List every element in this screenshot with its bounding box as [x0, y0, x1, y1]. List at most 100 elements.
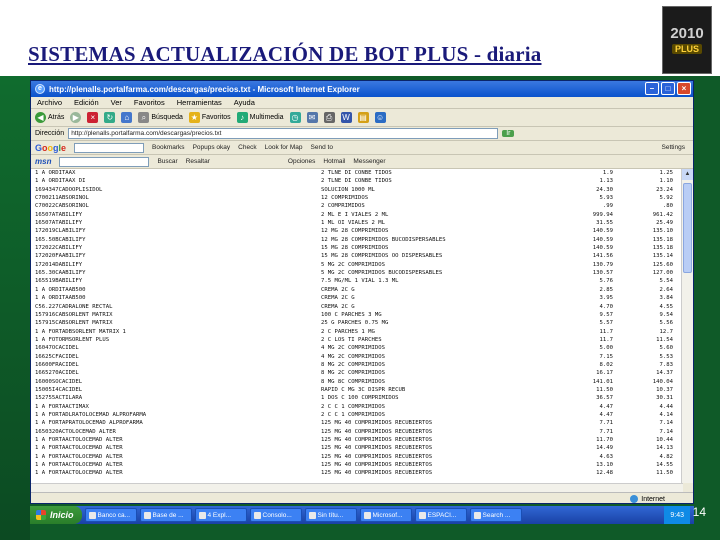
scroll-thumb[interactable]: [683, 183, 692, 273]
multimedia-button[interactable]: ♪ Multimedia: [236, 112, 284, 123]
close-button[interactable]: ×: [677, 82, 691, 95]
minimize-button[interactable]: –: [645, 82, 659, 95]
green-left-strip: [0, 76, 30, 540]
google-item-sendto[interactable]: Send to: [311, 144, 333, 151]
botplus-logo: 2010 PLUS: [662, 6, 712, 74]
table-row: 16507ATABILIFY 2 ML E I VIALES 2 ML 999.94…: [31, 211, 673, 219]
edit-icon[interactable]: W: [340, 112, 352, 123]
menu-item-ver[interactable]: Ver: [111, 98, 122, 107]
menu-item-archivo[interactable]: Archivo: [37, 98, 62, 107]
home-icon[interactable]: ⌂: [121, 112, 133, 123]
ie-icon: e: [35, 84, 45, 94]
price-cell: 11.70: [596, 437, 613, 443]
google-item-check[interactable]: Check: [238, 144, 256, 151]
price-cell: 24.30: [596, 186, 613, 193]
product-name-cell: 1 A FORTAACTOLOCEMAD ALTER: [35, 437, 123, 443]
text-content-area[interactable]: 1 A ORDITAAX 2 TLNE DI CONBE TIDOS 1.9 1.25…: [31, 169, 683, 483]
google-search-input[interactable]: [74, 142, 145, 153]
favorites-button[interactable]: ★ Favoritos: [188, 112, 231, 123]
reference-price-cell: 135.14: [652, 253, 673, 260]
maximize-button[interactable]: □: [661, 82, 675, 95]
presentation-cell: 5 MG 2C COMPRIMIDOS: [321, 261, 385, 268]
msn-item-resaltar[interactable]: Resaltar: [186, 158, 210, 165]
price-cell: 130.57: [592, 270, 613, 277]
task-app-icon: [363, 511, 371, 519]
task-label: Base de ...: [152, 511, 184, 519]
menu-item-favoritos[interactable]: Favoritos: [134, 98, 165, 107]
taskbar-task[interactable]: Base de ...: [139, 508, 192, 522]
product-name-cell: 16625CFACIDEL: [35, 353, 79, 360]
standard-toolbar: ◀ Atrás ▶ × ↻ ⌂ ⌕ Búsqueda ★ Favoritos ♪…: [31, 109, 693, 127]
window-titlebar[interactable]: e http://plenalls.portalfarma.com/descar…: [31, 81, 693, 97]
price-cell: 2.85: [599, 286, 613, 293]
presentation-cell: CREMA 2C G: [321, 303, 355, 310]
google-item-bookmarks[interactable]: Bookmarks: [152, 144, 185, 151]
mail-icon[interactable]: ✉: [306, 112, 318, 123]
msn-item-messenger[interactable]: Messenger: [353, 158, 385, 165]
start-button[interactable]: Inicio: [30, 506, 82, 524]
table-row: 172019CLABILIFY 12 MG 28 COMPRIMIDOS 140.5…: [31, 227, 673, 235]
table-row: 152755ACTILARA 1 DOS C 100 COMPRIMIDOS 36.…: [31, 394, 673, 402]
table-row: 1 A FORTAACTOLOCEMAD ALTER 125 MG 40 COMP…: [31, 453, 673, 461]
table-row: 16507ATABILIFY 1 ML OI VIALES 2 ML 31.55 25…: [31, 219, 673, 227]
refresh-icon[interactable]: ↻: [104, 112, 116, 123]
scroll-up-arrow-icon[interactable]: ▲: [682, 169, 693, 180]
presentation-cell: 1 ML OI VIALES 2 ML: [321, 220, 385, 227]
product-name-cell: 16047OCACIDEL: [35, 345, 79, 352]
presentation-cell: 12 COMPRIMIDOS: [321, 195, 369, 202]
taskbar: Inicio Banco ca... Base de ... 4 Expl... Co…: [30, 506, 694, 524]
price-cell: 3.95: [599, 295, 613, 302]
print-icon[interactable]: ⎙: [323, 112, 335, 123]
horizontal-scrollbar[interactable]: [31, 483, 683, 492]
task-label: Microsof...: [372, 511, 403, 519]
product-name-cell: 172022CABILIFY: [35, 245, 83, 252]
reference-price-cell: 11.50: [656, 470, 673, 477]
back-button[interactable]: ◀ Atrás: [35, 112, 64, 123]
search-button[interactable]: ⌕ Búsqueda: [138, 112, 183, 123]
google-item-lookfor[interactable]: Look for Map: [265, 144, 303, 151]
product-name-cell: 1 A FORTAACTOLOCEMAD ALTER: [35, 453, 123, 460]
vertical-scrollbar[interactable]: ▲: [681, 169, 693, 483]
logo-year: 2010: [670, 25, 704, 42]
msn-item-opciones[interactable]: Opciones: [288, 158, 315, 165]
table-row: 165.50BCABILIFY 12 MG 28 COMPRIMIDOS BUCO…: [31, 236, 673, 244]
price-cell: 5.00: [599, 345, 613, 352]
price-cell: 141.56: [592, 253, 613, 260]
google-item-popups[interactable]: Popups okay: [193, 144, 231, 151]
go-button[interactable]: Ir: [502, 130, 515, 137]
price-cell: 5.93: [599, 195, 613, 202]
reference-price-cell: 1.25: [659, 170, 673, 176]
product-name-cell: 1 A ORDITAAX DI: [35, 178, 86, 185]
reference-price-cell: 10.44: [656, 437, 673, 443]
google-toolbar: Google Bookmarks Popups okay Check Look …: [31, 141, 693, 155]
table-row: 172014DABILIFY 5 MG 2C COMPRIMIDOS 130.79 1…: [31, 261, 673, 269]
folder-icon[interactable]: ▤: [357, 112, 369, 123]
msn-item-hotmail[interactable]: Hotmail: [323, 158, 345, 165]
price-cell: .99: [602, 203, 613, 210]
forward-button[interactable]: ▶: [70, 112, 82, 123]
reference-price-cell: 5.54: [659, 278, 673, 285]
taskbar-task[interactable]: Consolo...: [249, 508, 302, 522]
address-input[interactable]: http://plenalls.portalfarma.com/descarga…: [68, 128, 499, 139]
product-name-cell: 1 A FORTAACTIMAX: [35, 403, 89, 410]
taskbar-task[interactable]: Sin títu...: [304, 508, 357, 522]
menu-item-ayuda[interactable]: Ayuda: [234, 98, 255, 107]
taskbar-task[interactable]: Microsof...: [359, 508, 412, 522]
price-cell: 7.71: [599, 428, 613, 435]
presentation-cell: 1 DOS C 100 COMPRIMIDOS: [321, 395, 399, 402]
msn-search-input[interactable]: [59, 156, 150, 167]
task-label: Search ...: [482, 511, 511, 519]
messenger-icon[interactable]: ☺: [374, 112, 386, 123]
menu-item-herramientas[interactable]: Herramientas: [177, 98, 222, 107]
google-item-settings[interactable]: Settings: [662, 144, 686, 151]
taskbar-task[interactable]: ESPACI...: [414, 508, 467, 522]
taskbar-task[interactable]: Banco ca...: [84, 508, 137, 522]
stop-icon[interactable]: ×: [87, 112, 99, 123]
msn-item-buscar[interactable]: Buscar: [157, 158, 177, 165]
taskbar-task[interactable]: 4 Expl...: [194, 508, 247, 522]
history-icon[interactable]: ◷: [289, 112, 301, 123]
menu-item-edicion[interactable]: Edición: [74, 98, 99, 107]
presentation-cell: 8 MG 2C COMPRIMIDOS: [321, 370, 385, 377]
taskbar-task[interactable]: Search ...: [469, 508, 522, 522]
table-row: 16000SOCACIDEL 8 MG 8C COMPRIMIDOS 141.01 1…: [31, 378, 673, 386]
